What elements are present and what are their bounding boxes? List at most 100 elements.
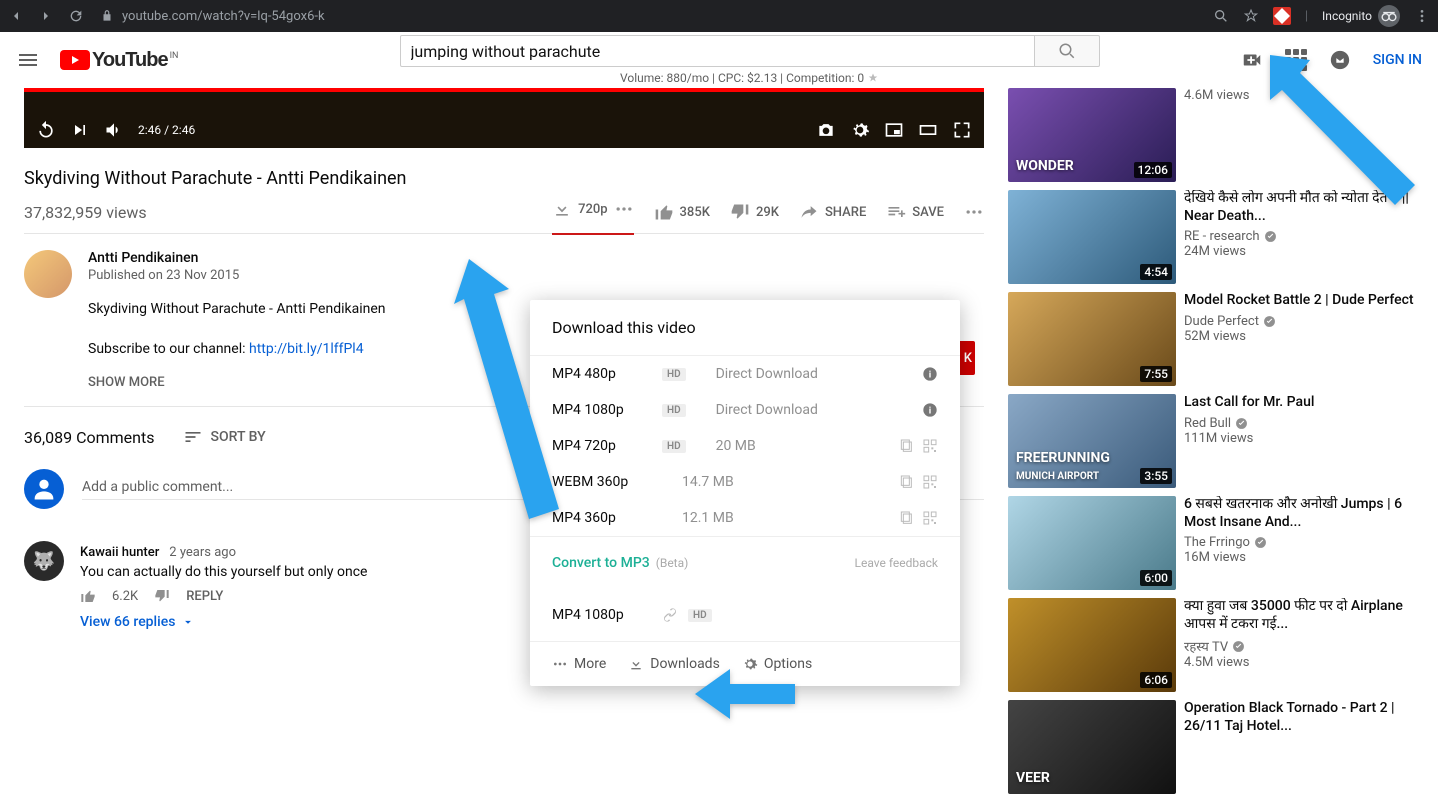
duration-badge: 6:00 [1140, 570, 1172, 586]
recommendation-views: 16M views [1184, 550, 1414, 565]
share-arrow-icon [799, 202, 819, 222]
recommendation-channel: Dude Perfect [1184, 314, 1414, 329]
svg-text:i: i [929, 369, 931, 380]
qr-icon[interactable] [922, 474, 938, 490]
video-thumbnail[interactable]: FREERUNNINGMUNICH AIRPORT3:55 [1008, 394, 1176, 488]
qr-icon[interactable] [922, 510, 938, 526]
incognito-icon [1378, 5, 1400, 27]
browser-back-icon[interactable] [8, 8, 24, 24]
more-actions-icon[interactable] [964, 202, 984, 222]
miniplayer-icon[interactable] [884, 120, 904, 140]
user-avatar-icon [24, 469, 64, 509]
browser-reload-icon[interactable] [68, 8, 84, 24]
download-meta: Direct Download [716, 402, 912, 418]
thumbs-down-icon[interactable] [154, 588, 170, 604]
theater-icon[interactable] [918, 120, 938, 140]
link-icon [662, 607, 678, 623]
video-thumbnail[interactable]: 7:55 [1008, 292, 1176, 386]
info-icon[interactable]: i [922, 402, 938, 418]
recommendation-views: 24M views [1184, 244, 1414, 259]
recommendation-title: Model Rocket Battle 2 | Dude Perfect [1184, 292, 1414, 310]
qr-icon[interactable] [922, 438, 938, 454]
recommendation-title: Operation Black Tornado - Part 2 | 26/11… [1184, 700, 1414, 735]
download-popup-title: Download this video [530, 300, 960, 356]
hd-badge: HD [688, 609, 712, 622]
channel-avatar[interactable] [24, 250, 72, 298]
progress-bar[interactable] [24, 88, 984, 92]
recommendation-channel: रहस्य TV [1184, 637, 1414, 655]
hd-badge: HD [662, 404, 686, 417]
video-thumbnail[interactable]: VEER [1008, 700, 1176, 794]
recommendation-item[interactable]: 6:06 क्या हुवा जब 35000 फीट पर दो Airpla… [1008, 598, 1414, 692]
youtube-logo[interactable]: YouTube IN [60, 49, 178, 72]
recommendation-views: 4.5M views [1184, 655, 1414, 670]
address-bar[interactable]: youtube.com/watch?v=lq-54gox6-k [100, 9, 1213, 24]
dislike-button[interactable]: 29K [730, 202, 779, 222]
search-button[interactable] [1035, 35, 1100, 67]
hamburger-menu-icon[interactable] [16, 48, 40, 72]
duration-badge: 4:54 [1140, 264, 1172, 280]
replay-icon[interactable] [36, 120, 56, 140]
commenter-avatar[interactable]: 🐺 [24, 541, 64, 581]
video-player[interactable]: 2:46 / 2:46 [24, 88, 984, 148]
recommendation-title: 6 सबसे खतरनाक और अनोखी Jumps | 6 Most In… [1184, 496, 1414, 531]
recommendation-item[interactable]: 7:55 Model Rocket Battle 2 | Dude Perfec… [1008, 292, 1414, 386]
sort-comments-button[interactable]: SORT BY [183, 427, 266, 447]
svg-text:i: i [929, 405, 931, 416]
download-arrow-icon [552, 199, 572, 219]
download-format-row[interactable]: MP4 480p HD Direct Download i [530, 356, 960, 392]
thumbs-up-icon[interactable] [80, 588, 96, 604]
download-button[interactable]: 720p [552, 199, 633, 235]
leave-feedback-link[interactable]: Leave feedback [855, 556, 939, 570]
comment-author[interactable]: Kawaii hunter [80, 545, 159, 560]
create-video-icon[interactable] [1241, 49, 1263, 71]
next-icon[interactable] [70, 120, 90, 140]
copy-icon[interactable] [898, 474, 914, 490]
search-input[interactable] [400, 35, 1035, 67]
download-format-row[interactable]: MP4 720p HD 20 MB [530, 428, 960, 464]
recommendation-item[interactable]: FREERUNNINGMUNICH AIRPORT3:55 Last Call … [1008, 394, 1414, 488]
download-meta: 20 MB [716, 438, 888, 454]
browser-forward-icon[interactable] [38, 8, 54, 24]
video-thumbnail[interactable]: WONDER12:06 [1008, 88, 1176, 182]
reply-button[interactable]: REPLY [186, 589, 223, 604]
hd-badge: HD [662, 440, 686, 453]
verified-badge-icon [1235, 417, 1248, 430]
snapshot-icon[interactable] [816, 120, 836, 140]
like-button[interactable]: 385K [654, 202, 710, 222]
browser-menu-icon[interactable] [1414, 8, 1430, 24]
download-meta: 12.1 MB [682, 510, 888, 526]
copy-icon[interactable] [898, 438, 914, 454]
description-link[interactable]: http://bit.ly/1lffPl4 [249, 341, 364, 357]
view-count: 37,832,959 views [24, 203, 147, 222]
comment-likes: 6.2K [112, 589, 138, 604]
zoom-icon[interactable] [1213, 8, 1229, 24]
download-format-row[interactable]: MP4 1080p HD Direct Download i [530, 392, 960, 428]
comments-count: 36,089 Comments [24, 428, 155, 447]
extension-icon[interactable] [1273, 7, 1291, 25]
thumbs-down-icon [730, 202, 750, 222]
recommendation-item[interactable]: VEER Operation Black Tornado - Part 2 | … [1008, 700, 1414, 794]
recommendation-views: 52M views [1184, 329, 1414, 344]
comment-time: 2 years ago [169, 545, 236, 560]
download-format-row[interactable]: MP4 360p 12.1 MB [530, 500, 960, 536]
download-popup: Download this video MP4 480p HD Direct D… [530, 300, 960, 686]
share-button[interactable]: SHARE [799, 202, 866, 222]
save-button[interactable]: SAVE [886, 202, 944, 222]
video-thumbnail[interactable]: 6:00 [1008, 496, 1176, 590]
verified-badge-icon [1254, 536, 1267, 549]
copy-icon[interactable] [898, 510, 914, 526]
recommendation-item[interactable]: 6:00 6 सबसे खतरनाक और अनोखी Jumps | 6 Mo… [1008, 496, 1414, 590]
video-thumbnail[interactable]: 4:54 [1008, 190, 1176, 284]
more-menu-button[interactable]: More [552, 656, 606, 672]
settings-gear-icon[interactable] [850, 120, 870, 140]
download-format-row[interactable]: WEBM 360p 14.7 MB [530, 464, 960, 500]
download-format[interactable]: MP4 1080p [552, 607, 652, 623]
browser-chrome-bar: youtube.com/watch?v=lq-54gox6-k | Incogn… [0, 0, 1438, 32]
volume-icon[interactable] [104, 120, 124, 140]
bookmark-star-icon[interactable] [1243, 8, 1259, 24]
fullscreen-icon[interactable] [952, 120, 972, 140]
info-icon[interactable]: i [922, 366, 938, 382]
download-arrow-icon [628, 656, 644, 672]
video-thumbnail[interactable]: 6:06 [1008, 598, 1176, 692]
